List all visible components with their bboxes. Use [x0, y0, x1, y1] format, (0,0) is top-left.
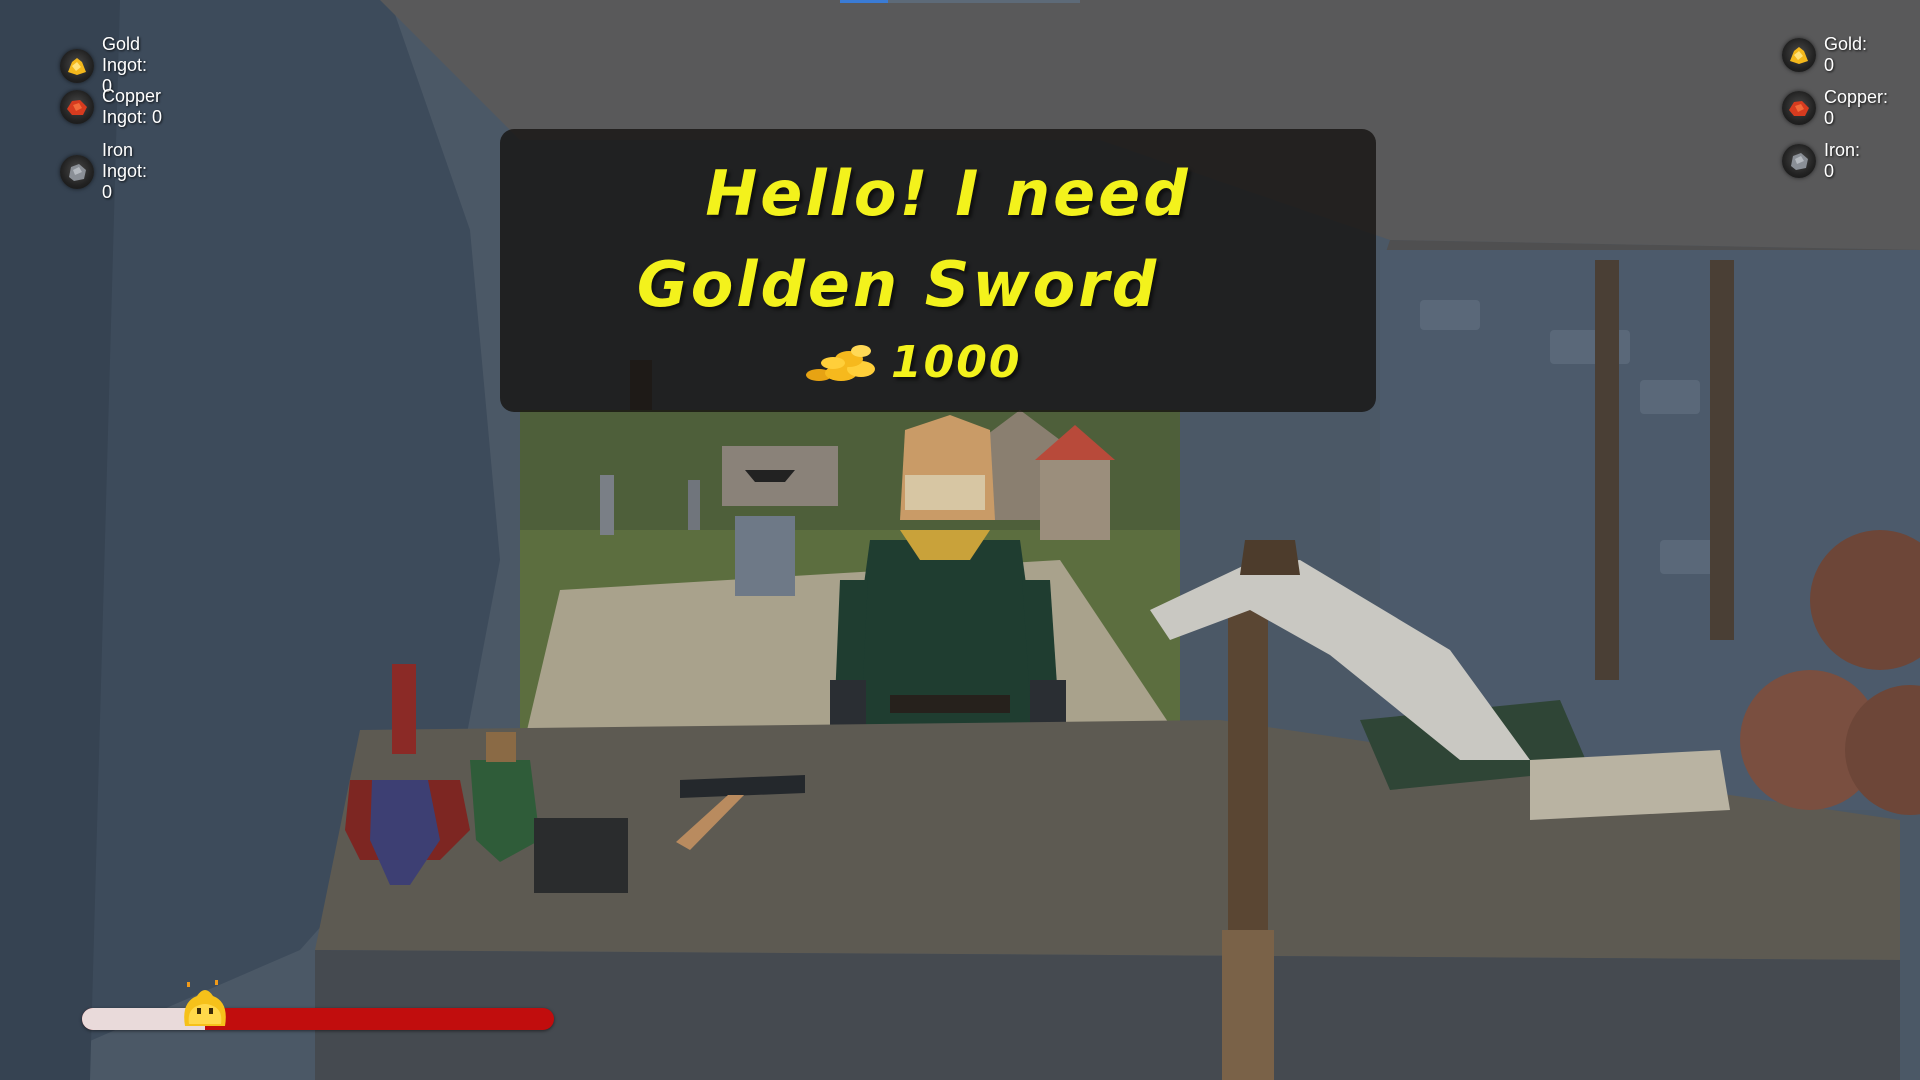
dialog-requested-item: Golden Sword [636, 248, 1160, 321]
work-progress-bar [82, 980, 554, 1032]
gold-nugget-icon [60, 48, 94, 83]
yellow-blob-icon [183, 980, 226, 1026]
copper-ingot-count: Copper Ingot: 0 [102, 86, 163, 127]
hud-item-copper: Copper: 0 [1782, 87, 1888, 129]
gold-count: Gold: 0 [1824, 34, 1868, 75]
top-indicator-strip [840, 0, 1080, 3]
iron-count: Iron: 0 [1824, 140, 1861, 181]
iron-ore-icon [1782, 144, 1816, 178]
hud-item-copper-ingot: Copper Ingot: 0 [60, 86, 172, 128]
copper-ore-icon [60, 90, 94, 124]
iron-ore-icon [60, 154, 94, 189]
copper-ore-icon [1782, 91, 1816, 125]
copper-count: Copper: 0 [1824, 87, 1889, 128]
reward-amount: 1000 [891, 336, 1022, 388]
iron-ingot-count: Iron Ingot: 0 [102, 140, 148, 202]
top-indicator-segment [840, 0, 888, 3]
dialog-greeting: Hello! I need [705, 157, 1191, 230]
hud-item-gold: Gold: 0 [1782, 34, 1867, 76]
hud-item-iron-ingot: Iron Ingot: 0 [60, 140, 147, 203]
small-chest [534, 818, 628, 893]
progress-track [82, 1008, 554, 1030]
hud-item-iron: Iron: 0 [1782, 140, 1860, 182]
dialog-reward: 1000 [805, 332, 1021, 392]
gold-nugget-icon [1782, 38, 1816, 72]
npc-request-dialog: Hello! I need Golden Sword 1000 [500, 129, 1376, 412]
gold-coins-icon [806, 345, 875, 381]
